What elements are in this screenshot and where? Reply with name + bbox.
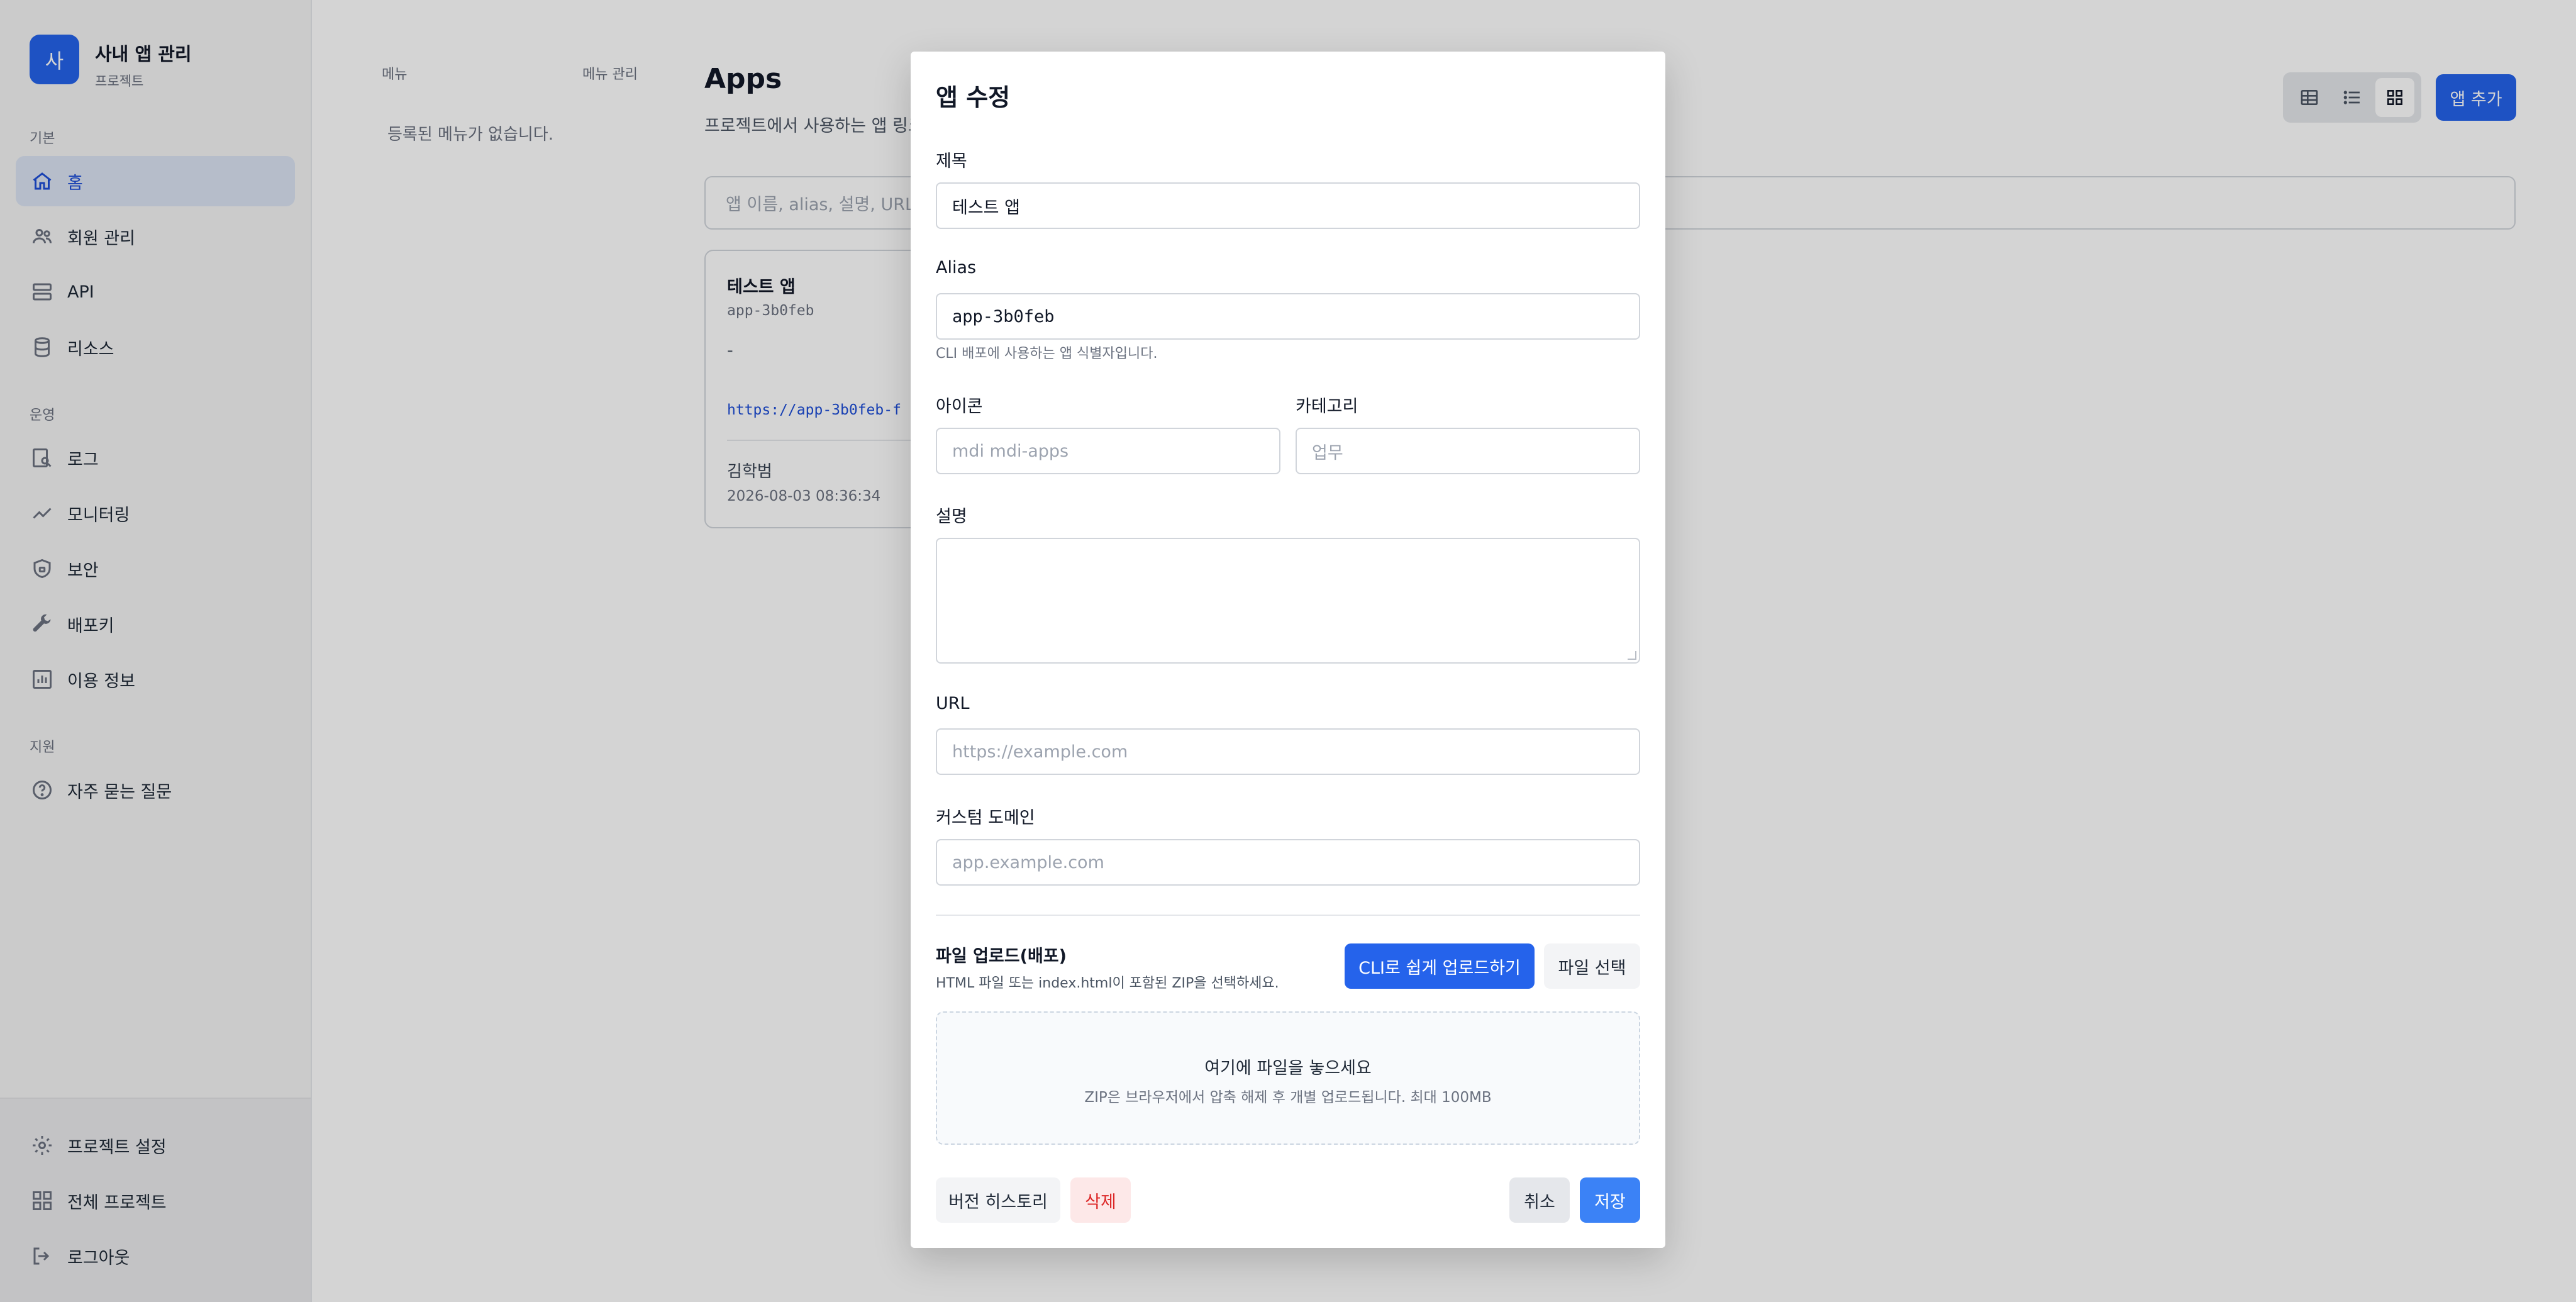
title-label: 제목	[936, 152, 967, 171]
resize-handle[interactable]	[1628, 651, 1636, 660]
upload-title: 파일 업로드(배포)	[936, 947, 1067, 966]
custom-domain-label: 커스텀 도메인	[936, 808, 1035, 828]
title-input[interactable]: 테스트 앱	[936, 182, 1640, 229]
custom-domain-input[interactable]: app.example.com	[936, 839, 1640, 886]
cancel-button[interactable]: 취소	[1509, 1177, 1570, 1223]
modal-title: 앱 수정	[936, 84, 1011, 111]
choose-file-button[interactable]: 파일 선택	[1544, 943, 1640, 989]
url-label: URL	[936, 694, 970, 713]
url-input[interactable]: https://example.com	[936, 728, 1640, 775]
description-textarea[interactable]	[936, 538, 1640, 664]
dropzone-subtitle: ZIP은 브라우저에서 압축 해제 후 개별 업로드됩니다. 최대 100MB	[1084, 1089, 1492, 1106]
version-history-button[interactable]: 버전 히스토리	[936, 1177, 1060, 1223]
save-button[interactable]: 저장	[1580, 1177, 1640, 1223]
file-dropzone[interactable]: 여기에 파일을 놓으세요 ZIP은 브라우저에서 압축 해제 후 개별 업로드됩…	[936, 1011, 1640, 1145]
alias-label: Alias	[936, 258, 977, 277]
category-input[interactable]: 업무	[1296, 428, 1640, 474]
category-label: 카테고리	[1296, 397, 1358, 416]
icon-label: 아이콘	[936, 397, 983, 416]
upload-hint: HTML 파일 또는 index.html이 포함된 ZIP을 선택하세요.	[936, 976, 1279, 991]
icon-input[interactable]: mdi mdi-apps	[936, 428, 1280, 474]
dropzone-title: 여기에 파일을 놓으세요	[1204, 1059, 1372, 1078]
cli-upload-button[interactable]: CLI로 쉽게 업로드하기	[1345, 943, 1535, 989]
delete-button[interactable]: 삭제	[1070, 1177, 1131, 1223]
alias-input[interactable]: app-3b0feb	[936, 293, 1640, 340]
alias-hint: CLI 배포에 사용하는 앱 식별자입니다.	[936, 346, 1158, 362]
description-label: 설명	[936, 507, 967, 526]
edit-app-modal: 앱 수정 제목 테스트 앱 Alias app-3b0feb CLI 배포에 사…	[911, 52, 1665, 1248]
modal-divider	[936, 915, 1640, 916]
